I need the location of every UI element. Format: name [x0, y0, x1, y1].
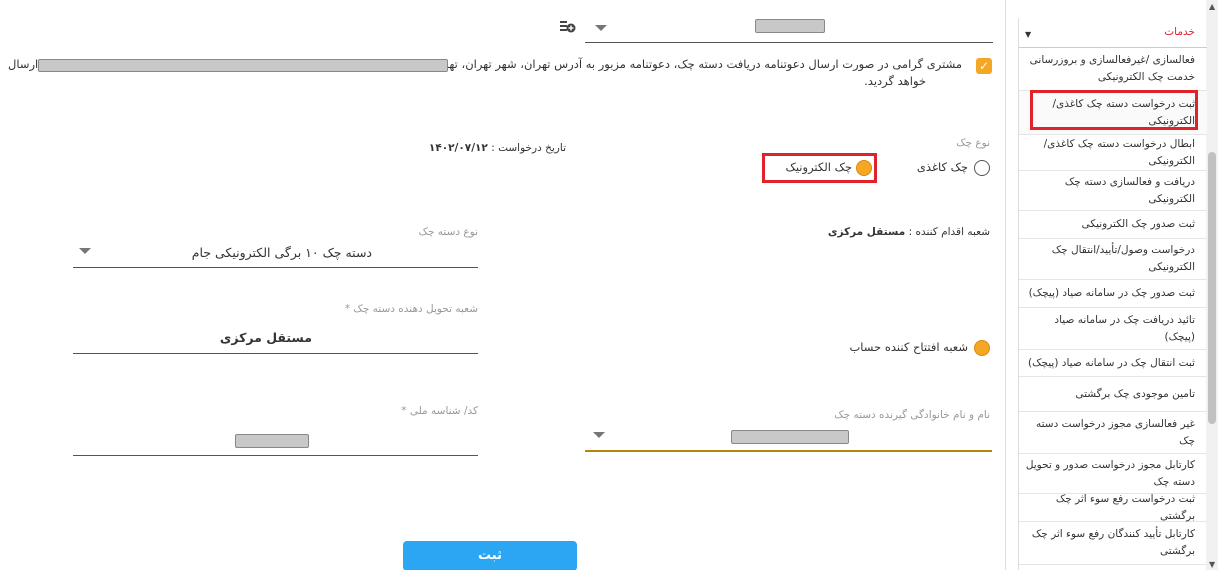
- checkbook-type-select[interactable]: دسته چک ۱۰ برگی الکترونیکی جام: [73, 240, 478, 268]
- sidebar-item-activation[interactable]: فعالسازی /غیرفعالسازی و بروزرسانی خدمت چ…: [1019, 48, 1207, 91]
- notice-line-1: مشتری گرامی در صورت ارسال دعوتنامه دریاف…: [386, 57, 962, 71]
- chevron-down-icon: [593, 432, 605, 438]
- redacted-national-id: [235, 434, 309, 448]
- sidebar-item-label: ثبت صدور چک در سامانه صیاد (پیچک): [1028, 287, 1195, 299]
- sidebar-item-collect-transfer[interactable]: درخواست وصول/تأیید/انتقال چک الکترونیکی: [1019, 239, 1207, 280]
- sidebar-item-label: ثبت درخواست رفع سوء اثر چک برگشتی: [1055, 492, 1195, 522]
- sidebar-item-label: دریافت و فعالسازی دسته چک الکترونیکی: [1064, 175, 1195, 205]
- redacted-address: [38, 59, 448, 72]
- sidebar-item-label: کارتابل مجوز درخواست صدور و تحویل دسته چ…: [1025, 458, 1195, 488]
- national-id-field[interactable]: [73, 428, 478, 456]
- sidebar-item-label: فعالسازی /غیرفعالسازی و بروزرسانی خدمت چ…: [1029, 54, 1195, 83]
- delivery-branch-field[interactable]: مستقل مرکزی: [73, 326, 478, 354]
- scroll-down-icon[interactable]: ▼: [1209, 560, 1215, 569]
- request-date-value: ۱۴۰۲/۰۷/۱۲: [428, 142, 488, 154]
- sidebar-item-bounced-balance[interactable]: تامین موجودی چک برگشتی: [1019, 377, 1207, 412]
- sidebar-item-issue-check[interactable]: ثبت صدور چک الکترونیکی: [1019, 211, 1207, 239]
- sidebar-item-sayad-transfer[interactable]: ثبت انتقال چک در سامانه صیاد (پیچک): [1019, 350, 1207, 377]
- branch-action-value: مستقل مرکزی: [827, 226, 906, 238]
- scroll-up-icon[interactable]: ▲: [1209, 2, 1215, 11]
- radio-account-branch[interactable]: شعبه افتتاح کننده حساب: [849, 338, 992, 358]
- sidebar-item-label: تائید دریافت چک در سامانه صیاد (پیچک): [1054, 313, 1195, 343]
- sidebar-item-bounce-approvers[interactable]: کارتابل تأیید کنندگان رفع سوء اثر چک برگ…: [1019, 522, 1207, 565]
- request-date-label: تاریخ درخواست :: [491, 142, 566, 154]
- sidebar-item-label: تامین موجودی چک برگشتی: [1075, 387, 1195, 400]
- radio-electronic-check[interactable]: چک الکترونیک: [778, 158, 874, 178]
- sidebar-item-label: ثبت صدور چک الکترونیکی: [1081, 218, 1195, 230]
- scrollbar-thumb[interactable]: [1208, 152, 1216, 424]
- checkbook-type-label: نوع دسته چک: [418, 226, 478, 238]
- radio-paper-label: چک کاغذی: [916, 160, 968, 174]
- sidebar-item-receive-activate[interactable]: دریافت و فعالسازی دسته چک الکترونیکی: [1019, 171, 1207, 211]
- sidebar-item-label: درخواست وصول/تأیید/انتقال چک الکترونیکی: [1051, 244, 1195, 273]
- sidebar-item-label: ثبت انتقال چک در سامانه صیاد (پیچک): [1027, 356, 1195, 369]
- radio-button[interactable]: [856, 160, 872, 176]
- branch-action-label: شعبه اقدام کننده :: [908, 226, 990, 238]
- add-document-icon[interactable]: [560, 20, 576, 34]
- chevron-down-icon: [79, 248, 91, 254]
- notice-line-2: خواهد گردید.: [864, 74, 926, 88]
- account-branch-label: شعبه افتتاح کننده حساب: [849, 340, 968, 354]
- branch-action: شعبه اقدام کننده : مستقل مرکزی: [828, 226, 990, 238]
- request-date: تاریخ درخواست : ۱۴۰۲/۰۷/۱۲: [429, 142, 566, 154]
- notice-line-1-end: ارسال: [8, 57, 39, 71]
- radio-button[interactable]: [974, 340, 990, 356]
- notice-box: ✓ مشتری گرامی در صورت ارسال دعوتنامه دری…: [0, 56, 992, 96]
- redacted-receiver-name: [731, 430, 849, 444]
- highlight-register-checkbook: [1030, 90, 1198, 130]
- sidebar-header-services[interactable]: خدمات ▼: [1019, 18, 1207, 48]
- sidebar-item-label: غیر فعالسازی مجوز درخواست دسته چک: [1036, 417, 1195, 447]
- sidebar-item-cancel-request[interactable]: ابطال درخواست دسته چک کاغذی/ الکترونیکی: [1019, 135, 1207, 171]
- sidebar-header-label: خدمات: [1164, 26, 1195, 38]
- redacted-value: [755, 19, 825, 33]
- receiver-name-select[interactable]: [585, 424, 992, 452]
- sidebar-item-label: کارتابل تأیید کنندگان رفع سوء اثر چک برگ…: [1031, 528, 1195, 557]
- checkbook-type-value: دسته چک ۱۰ برگی الکترونیکی جام: [191, 245, 372, 260]
- delivery-branch-value: مستقل مرکزی: [219, 330, 312, 345]
- notice-checkbox[interactable]: ✓: [976, 58, 992, 74]
- radio-paper-check[interactable]: چک کاغذی: [916, 158, 990, 178]
- national-id-label: کد/ شناسه ملی *: [401, 405, 478, 417]
- chevron-down-icon: ▼: [1025, 30, 1032, 39]
- sidebar-item-sayad-confirm[interactable]: تائید دریافت چک در سامانه صیاد (پیچک): [1019, 308, 1207, 350]
- receiver-name-label: نام و نام خانوادگی گیرنده دسته چک: [834, 409, 990, 421]
- delivery-branch-label: شعبه تحویل دهنده دسته چک *: [344, 303, 478, 315]
- radio-button[interactable]: [974, 160, 990, 176]
- submit-button[interactable]: ثبت: [403, 541, 577, 570]
- top-account-select[interactable]: [585, 13, 993, 43]
- radio-electronic-label: چک الکترونیک: [785, 160, 852, 174]
- sidebar-item-deactivate-permit[interactable]: غیر فعالسازی مجوز درخواست دسته چک: [1019, 412, 1207, 454]
- sidebar-item-label: ابطال درخواست دسته چک کاغذی/ الکترونیکی: [1043, 137, 1195, 167]
- sidebar-item-sayad-issue[interactable]: ثبت صدور چک در سامانه صیاد (پیچک): [1019, 280, 1207, 308]
- chevron-down-icon: [595, 25, 607, 31]
- sidebar-divider: [1005, 0, 1006, 570]
- check-type-label: نوع چک: [956, 137, 990, 149]
- sidebar-item-permit-cartable[interactable]: کارتابل مجوز درخواست صدور و تحویل دسته چ…: [1019, 454, 1207, 494]
- sidebar-item-remove-bounce[interactable]: ثبت درخواست رفع سوء اثر چک برگشتی: [1019, 492, 1207, 522]
